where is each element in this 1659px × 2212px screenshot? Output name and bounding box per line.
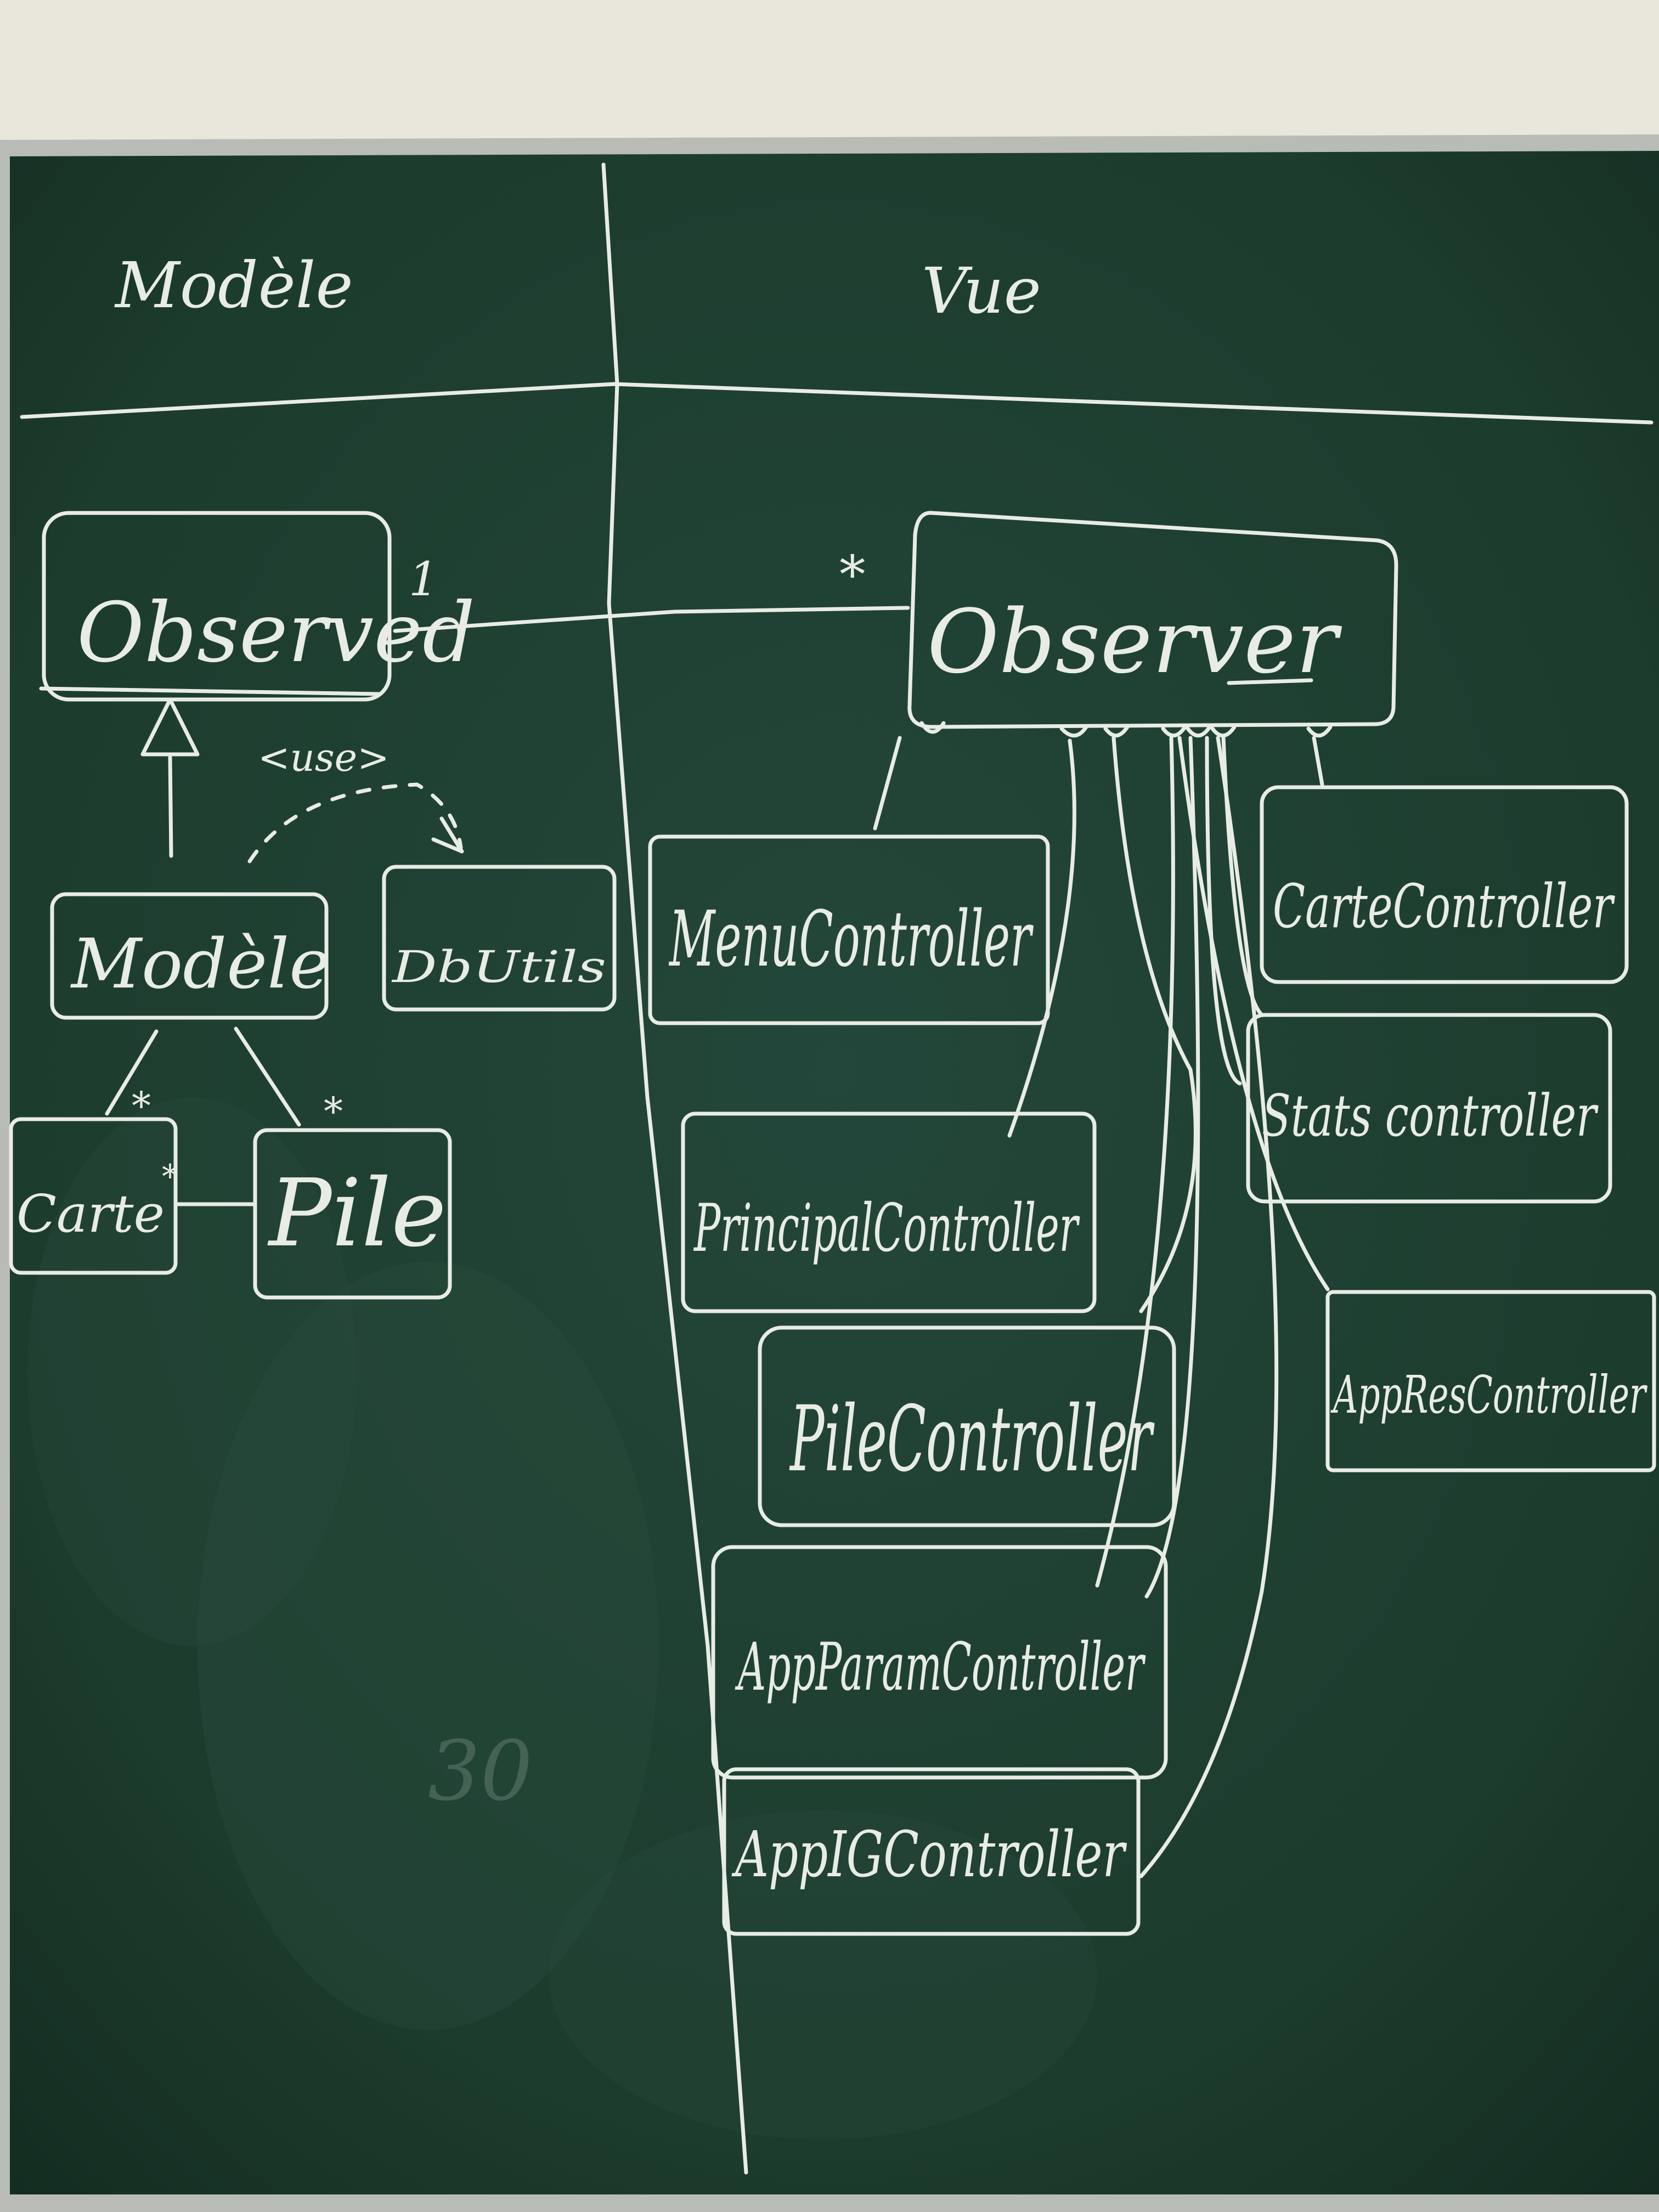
observed-multiplicity: 1 <box>409 552 438 607</box>
observer-class-name: Observer <box>927 590 1342 693</box>
blackboard-photo: Modèle Vue Observed 1 * Observer <use> M… <box>0 0 1659 2212</box>
dbutils-class-name: DbUtils <box>391 941 606 992</box>
generalization-line <box>168 755 173 858</box>
stats-controller-name: Stats controller <box>1262 1082 1599 1149</box>
pile-multiplicity: * <box>324 1089 343 1134</box>
use-stereotype-label: <use> <box>258 735 390 780</box>
observer-multiplicity: * <box>839 545 866 605</box>
menu-controller-name: MenuController <box>668 895 1034 984</box>
blackboard <box>0 134 1659 2212</box>
pile-controller-name: PileController <box>789 1386 1155 1492</box>
carte-multiplicity: * <box>132 1084 151 1128</box>
faint-erased-number: 30 <box>428 1724 533 1819</box>
carte-controller-name: CarteController <box>1273 871 1616 941</box>
model-column-header: Modèle <box>114 249 353 323</box>
app-res-controller-name: AppResController <box>1330 1365 1648 1425</box>
pile-class-name: Pile <box>267 1159 447 1268</box>
view-column-header: Vue <box>922 255 1041 328</box>
principal-controller-name: PrincipalController <box>693 1190 1080 1267</box>
app-ig-controller-name: AppIGController <box>731 1818 1127 1892</box>
modele-class-name: Modèle <box>70 924 330 1004</box>
carte-class-name: Carte <box>16 1184 165 1244</box>
app-param-controller-name: AppParamController <box>735 1629 1146 1706</box>
